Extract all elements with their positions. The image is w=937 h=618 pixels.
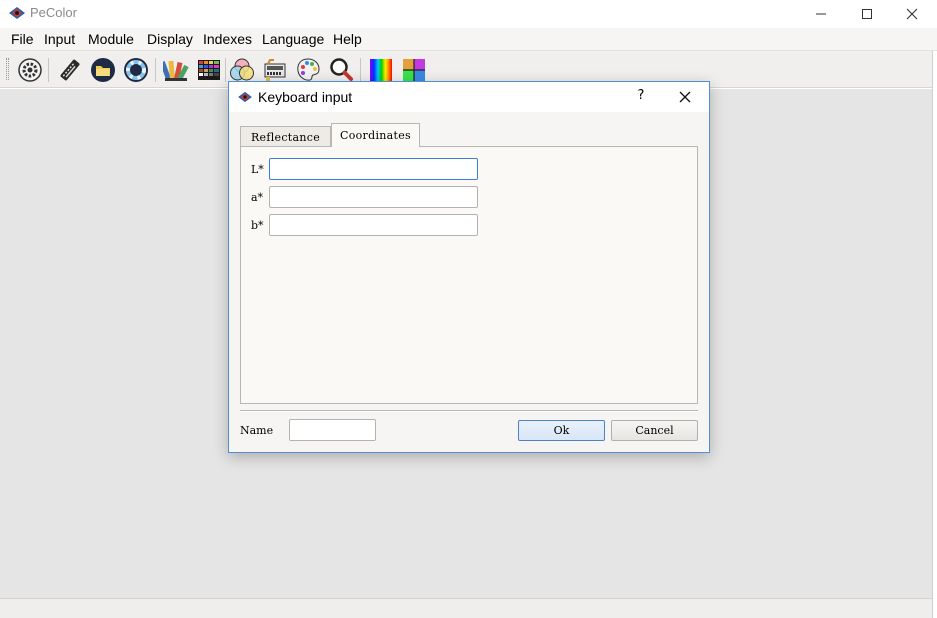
tab-reflectance[interactable]: Reflectance	[240, 126, 331, 147]
spectrum-button[interactable]	[367, 56, 395, 84]
open-file-button[interactable]	[89, 56, 117, 84]
settings-gear-icon	[18, 58, 42, 82]
color-circles-button[interactable]	[228, 56, 256, 84]
name-label: Name	[240, 424, 274, 437]
close-icon	[679, 91, 691, 103]
spectrometer-button[interactable]	[261, 56, 289, 84]
toolbar-separator	[48, 58, 49, 82]
close-icon	[906, 8, 918, 20]
toolbar-separator	[225, 58, 226, 82]
dialog-divider	[240, 410, 698, 412]
menu-input[interactable]: Input	[44, 31, 75, 47]
cancel-button[interactable]: Cancel	[611, 420, 698, 441]
color-grid-button[interactable]	[195, 56, 223, 84]
coordinates-tab-pane: L* a* b*	[240, 146, 698, 404]
app-logo-icon	[9, 7, 25, 19]
status-bar	[0, 598, 937, 618]
name-input[interactable]	[289, 419, 376, 441]
b-star-label: b*	[251, 219, 264, 232]
menu-file[interactable]: File	[11, 31, 34, 47]
keyboard-icon	[60, 59, 80, 81]
app-logo-icon	[238, 91, 252, 103]
settings-button[interactable]	[16, 56, 44, 84]
color-fan-icon	[163, 60, 189, 82]
l-star-label: L*	[251, 163, 264, 176]
keyboard-input-button[interactable]	[56, 56, 84, 84]
toolbar-grip[interactable]	[6, 58, 9, 80]
window-edge	[932, 51, 937, 618]
app-title: PeColor	[30, 5, 77, 20]
palette-button[interactable]	[294, 56, 322, 84]
magnifier-icon	[330, 58, 353, 81]
color-circles-icon	[230, 58, 254, 81]
toolbar-separator	[360, 58, 361, 82]
menu-display[interactable]: Display	[147, 31, 193, 47]
dialog-title-bar[interactable]: Keyboard input ?	[229, 82, 709, 112]
toolbar-separator	[155, 58, 156, 82]
b-star-input[interactable]	[269, 214, 478, 236]
a-star-input[interactable]	[269, 186, 478, 208]
color-fan-button[interactable]	[162, 56, 190, 84]
menu-bar: File Input Module Display Indexes Langua…	[0, 28, 937, 51]
dialog-close-button[interactable]	[673, 85, 697, 109]
l-star-input[interactable]	[269, 158, 478, 180]
minimize-button[interactable]	[798, 0, 844, 28]
close-window-button[interactable]	[889, 0, 935, 28]
folder-icon	[91, 58, 115, 82]
menu-indexes[interactable]: Indexes	[203, 31, 252, 47]
keyboard-input-dialog: Keyboard input ? Reflectance Coordinates…	[228, 81, 710, 453]
color-grid-icon	[198, 60, 220, 80]
color-wheel-button[interactable]	[400, 56, 428, 84]
dialog-title: Keyboard input	[258, 89, 353, 105]
ring-icon	[124, 58, 148, 82]
menu-help[interactable]: Help	[333, 31, 362, 47]
a-star-label: a*	[251, 191, 264, 204]
title-bar: PeColor	[0, 0, 937, 28]
search-button[interactable]	[327, 56, 355, 84]
palette-icon	[297, 58, 320, 81]
maximize-button[interactable]	[844, 0, 890, 28]
ring-button[interactable]	[122, 56, 150, 84]
spectrometer-icon	[264, 59, 286, 81]
minimize-icon	[816, 13, 826, 15]
color-wheel-icon	[403, 59, 425, 81]
menu-language[interactable]: Language	[262, 31, 324, 47]
spectrum-icon	[370, 59, 392, 81]
ok-button[interactable]: Ok	[518, 420, 605, 441]
tab-coordinates[interactable]: Coordinates	[331, 123, 420, 147]
maximize-icon	[862, 9, 872, 19]
help-button[interactable]: ?	[631, 88, 651, 108]
menu-module[interactable]: Module	[88, 31, 134, 47]
